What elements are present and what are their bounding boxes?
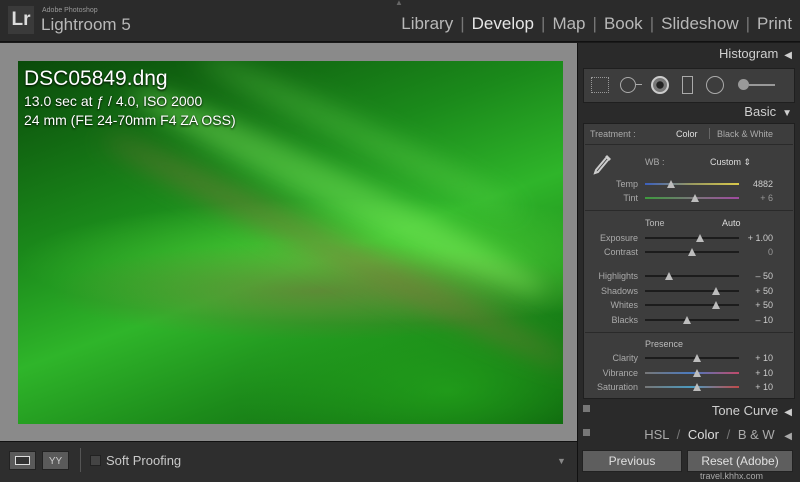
vibrance-value[interactable]: + 10 xyxy=(743,368,773,378)
module-map[interactable]: Map xyxy=(552,14,585,34)
blacks-slider[interactable] xyxy=(683,316,692,324)
basic-divider-3 xyxy=(585,332,793,333)
tone-section-label: Tone xyxy=(645,218,665,228)
presence-section-label: Presence xyxy=(645,339,684,349)
module-develop[interactable]: Develop xyxy=(472,14,534,34)
red-eye-icon[interactable] xyxy=(651,76,669,94)
exposure-value[interactable]: + 1.00 xyxy=(743,233,773,243)
tone-curve-expand-icon: ◀ xyxy=(784,407,792,418)
whites-track xyxy=(645,304,739,306)
watermark-text: travel.khhx.com xyxy=(700,471,764,481)
photo-filename: DSC05849.dng xyxy=(24,67,168,90)
bw-tab[interactable]: B & W xyxy=(738,427,775,442)
spot-removal-arm xyxy=(636,84,642,85)
treatment-separator xyxy=(709,128,710,139)
hsl-header[interactable]: HSL / Color / B & W ◀ xyxy=(577,424,800,446)
hsl-expand-icon: ◀ xyxy=(784,431,792,442)
vendor-label: Adobe Photoshop xyxy=(42,7,98,14)
treatment-color-option[interactable]: Color xyxy=(676,129,698,139)
exposure-slider[interactable] xyxy=(695,234,704,242)
vibrance-slider[interactable] xyxy=(692,369,701,377)
loupe-icon xyxy=(15,456,30,465)
bottom-toolbar xyxy=(0,441,577,482)
basic-header[interactable]: Basic ▼ xyxy=(577,101,800,123)
module-library[interactable]: Library xyxy=(401,14,453,34)
photo-lens: 24 mm (FE 24-70mm F4 ZA OSS) xyxy=(24,112,236,128)
clarity-label: Clarity xyxy=(612,353,638,363)
highlights-value[interactable]: – 50 xyxy=(743,271,773,281)
photo-info-overlay: DSC05849.dng 13.0 sec at ƒ / 4.0, ISO 20… xyxy=(24,66,236,130)
shadows-label: Shadows xyxy=(600,286,638,296)
highlights-label: Highlights xyxy=(598,271,638,281)
color-tab[interactable]: Color xyxy=(688,427,719,442)
basic-divider-1 xyxy=(585,144,793,145)
soft-proofing-label: Soft Proofing xyxy=(106,453,182,468)
blacks-track xyxy=(645,319,739,321)
photo-exposure: 13.0 sec at ƒ / 4.0, ISO 2000 xyxy=(24,93,203,109)
tint-label: Tint xyxy=(623,193,638,203)
shadows-track xyxy=(645,290,739,292)
app-name: Lightroom 5 xyxy=(41,15,131,34)
treatment-label: Treatment : xyxy=(590,129,636,139)
treatment-bw-option[interactable]: Black & White xyxy=(717,129,773,139)
radial-filter-icon[interactable] xyxy=(706,76,724,94)
shadows-value[interactable]: + 50 xyxy=(743,286,773,296)
contrast-slider[interactable] xyxy=(688,248,696,256)
shadows-slider[interactable] xyxy=(711,287,720,295)
module-print[interactable]: Print xyxy=(757,14,792,34)
toolbar-menu-icon[interactable]: ▼ xyxy=(557,456,566,466)
collapse-top-icon[interactable]: ▲ xyxy=(395,0,403,7)
lightroom-logo: Lr xyxy=(8,6,34,34)
module-picker: Library | Develop | Map | Book | Slideshow | … xyxy=(401,14,792,34)
clarity-value[interactable]: + 10 xyxy=(743,353,773,363)
wb-preset-select[interactable]: Custom ⇕ xyxy=(710,157,751,168)
basic-divider-2 xyxy=(585,210,793,211)
whites-slider[interactable] xyxy=(711,301,720,309)
crop-icon[interactable] xyxy=(591,77,609,93)
temp-value[interactable]: 4882 xyxy=(743,179,773,189)
adjustment-brush-icon[interactable] xyxy=(738,79,749,90)
whites-value[interactable]: + 50 xyxy=(743,300,773,310)
reset-button[interactable]: Reset (Adobe) xyxy=(687,450,793,472)
adjustment-brush-handle xyxy=(749,84,775,86)
spot-removal-icon[interactable] xyxy=(620,77,636,93)
exposure-track xyxy=(645,237,739,239)
saturation-value[interactable]: + 10 xyxy=(743,382,773,392)
contrast-label: Contrast xyxy=(603,247,638,257)
contrast-value[interactable]: 0 xyxy=(743,247,773,257)
toolbar-divider xyxy=(80,448,81,472)
vibrance-label: Vibrance xyxy=(602,368,638,378)
collapse-left-icon: ◀ xyxy=(784,50,792,61)
hsl-tab[interactable]: HSL xyxy=(644,427,669,442)
saturation-label: Saturation xyxy=(596,382,638,392)
collapse-down-icon: ▼ xyxy=(782,108,792,119)
auto-tone-button[interactable]: Auto xyxy=(722,218,741,228)
highlights-slider[interactable] xyxy=(664,272,673,280)
temp-track xyxy=(645,183,739,185)
tone-curve-header[interactable]: Tone Curve ◀ xyxy=(577,400,800,422)
module-book[interactable]: Book xyxy=(604,14,643,34)
histogram-header[interactable]: Histogram ◀ xyxy=(577,43,800,65)
module-slideshow[interactable]: Slideshow xyxy=(661,14,739,34)
blacks-value[interactable]: – 10 xyxy=(743,315,773,325)
previous-button[interactable]: Previous xyxy=(582,450,682,472)
blacks-label: Blacks xyxy=(611,315,638,325)
eyedropper-icon[interactable] xyxy=(592,152,614,176)
temp-label: Temp xyxy=(615,179,638,189)
clarity-slider[interactable] xyxy=(692,354,701,362)
exposure-label: Exposure xyxy=(599,233,638,243)
graduated-filter-icon[interactable] xyxy=(682,76,693,94)
before-after-button[interactable]: YY xyxy=(42,451,69,470)
wb-label: WB : xyxy=(645,157,665,167)
tint-slider[interactable] xyxy=(690,194,699,202)
highlights-track xyxy=(645,275,739,277)
soft-proofing-checkbox[interactable] xyxy=(90,455,101,466)
temp-slider[interactable] xyxy=(667,180,676,188)
whites-label: Whites xyxy=(610,300,638,310)
saturation-slider[interactable] xyxy=(692,383,701,391)
tint-value[interactable]: + 6 xyxy=(743,193,773,203)
loupe-view-button[interactable] xyxy=(9,451,36,470)
